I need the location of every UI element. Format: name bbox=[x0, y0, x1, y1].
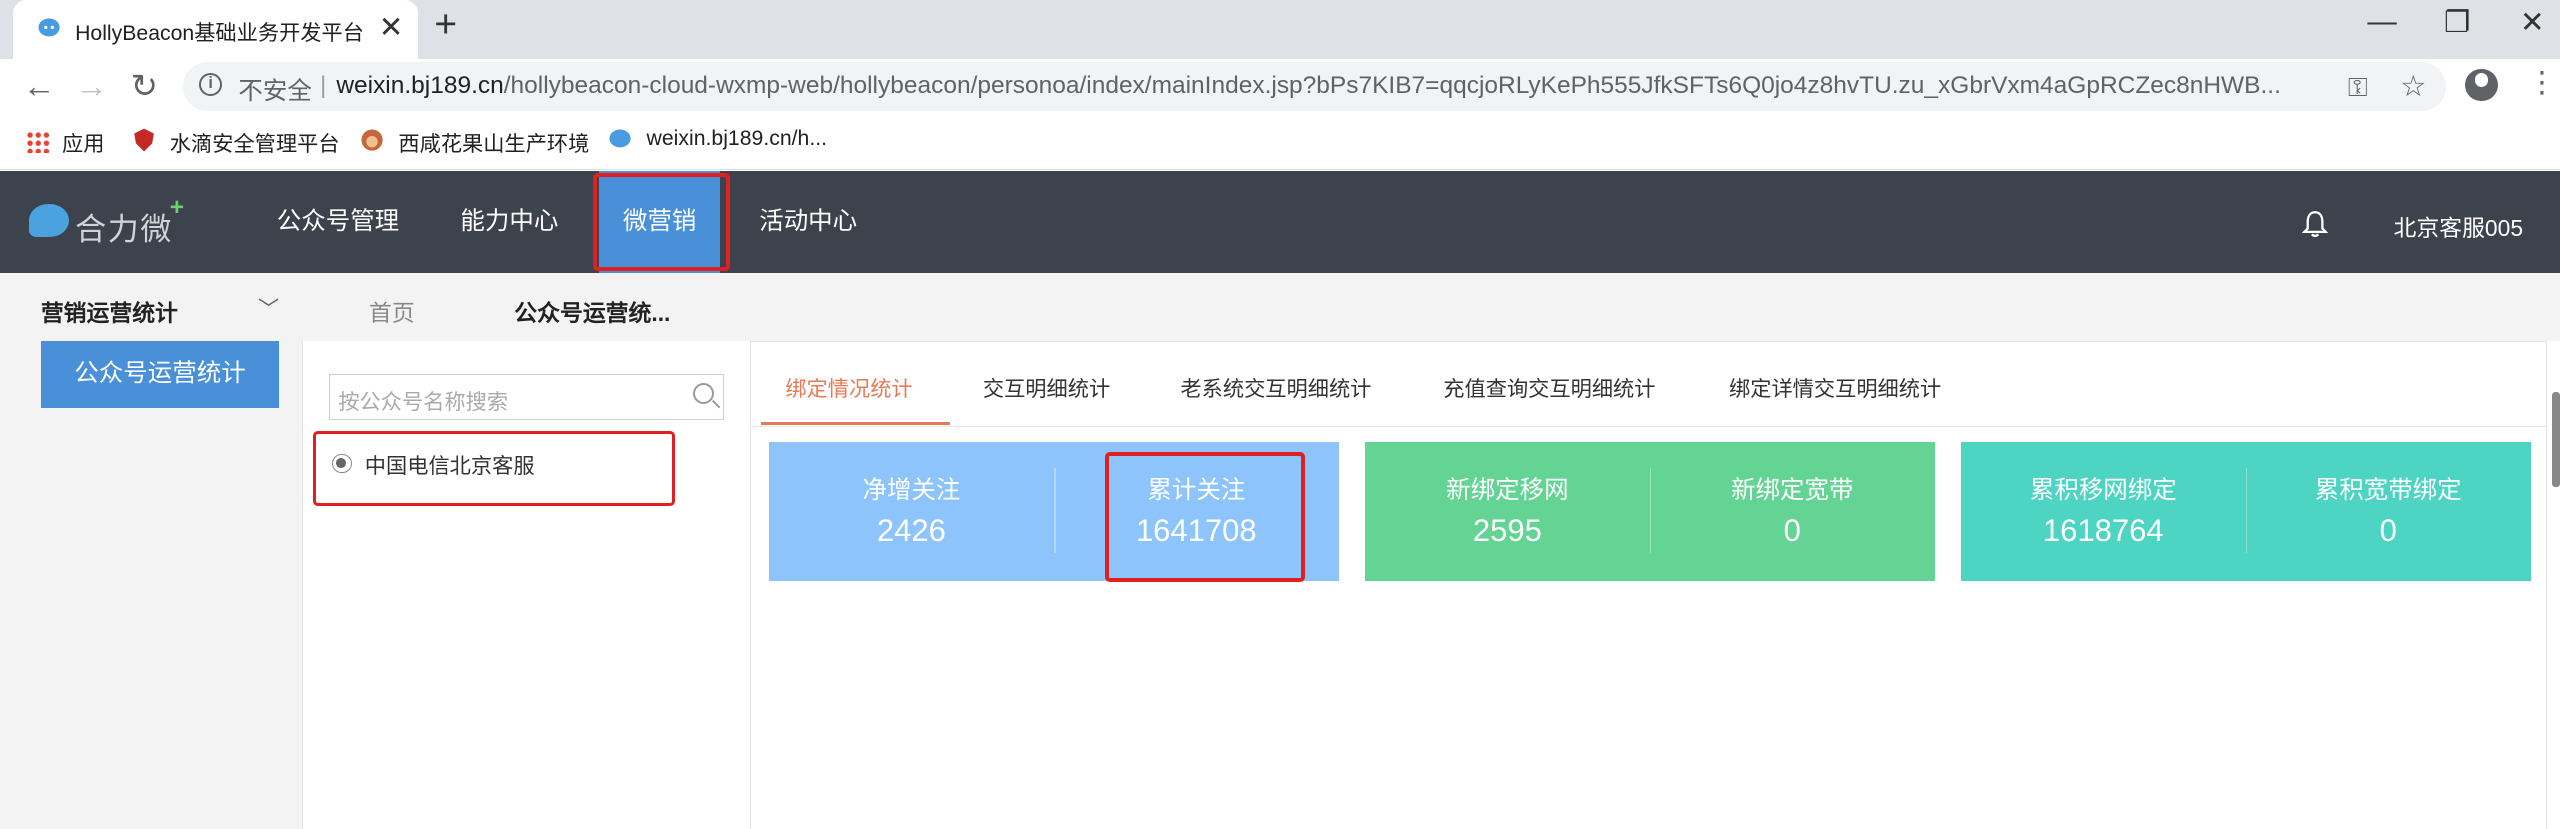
url-text[interactable]: weixin.bj189.cn/hollybeacon-cloud-wxmp-w… bbox=[336, 72, 2281, 100]
apps-grid-icon[interactable] bbox=[26, 130, 49, 154]
stat-cum-mobile: 累积移网绑定 1618764 bbox=[1961, 471, 2246, 549]
sidebar-title: 营销运营统计 bbox=[40, 299, 178, 326]
account-name: 中国电信北京客服 bbox=[364, 454, 535, 478]
user-name[interactable]: 北京客服005 bbox=[2394, 209, 2524, 243]
stat-label: 累积宽带绑定 bbox=[2314, 477, 2462, 505]
bell-icon[interactable] bbox=[2302, 209, 2329, 238]
stat-value: 1618764 bbox=[2042, 512, 2164, 548]
stat-card-new-binding: 新绑定移网 2595 新绑定宽带 0 bbox=[1364, 441, 1935, 581]
stats-tabs: 绑定情况统计 交互明细统计 老系统交互明细统计 充值查询交互明细统计 绑定详情交… bbox=[751, 342, 2547, 428]
stat-value: 0 bbox=[2379, 512, 2397, 548]
tab-recharge-query[interactable]: 充值查询交互明细统计 bbox=[1443, 372, 1655, 403]
logo-plus: + bbox=[169, 194, 185, 222]
nav-official-accounts[interactable]: 公众号管理 bbox=[261, 171, 414, 272]
forward-icon[interactable]: → bbox=[75, 67, 108, 105]
stat-new-broadband: 新绑定宽带 0 bbox=[1650, 471, 1935, 549]
sidebar: 营销运营统计 ﹀ 公众号运营统计 bbox=[0, 272, 303, 829]
url-host: weixin.bj189.cn bbox=[336, 71, 504, 99]
restore-icon[interactable]: ❐ bbox=[2433, 5, 2482, 40]
stat-cum-broadband: 累积宽带绑定 0 bbox=[2246, 471, 2531, 549]
search-placeholder: 按公众号名称搜索 bbox=[338, 390, 509, 414]
stat-value: 2595 bbox=[1472, 512, 1542, 548]
browser-toolbar: ← → ↻ i 不安全 | weixin.bj189.cn/hollybeaco… bbox=[0, 58, 2560, 115]
bookmark-star-icon[interactable]: ☆ bbox=[2400, 69, 2426, 104]
logo-text: 合力微 bbox=[75, 212, 174, 248]
tab-binding-stats[interactable]: 绑定情况统计 bbox=[785, 372, 912, 403]
browser-tab[interactable]: HollyBeacon基础业务开发平台 ✕ bbox=[13, 0, 418, 59]
active-tab-underline bbox=[760, 422, 951, 426]
breadcrumb: 首页 公众号运营统... bbox=[302, 272, 2560, 342]
bookmark-apps[interactable]: 应用 bbox=[62, 127, 104, 158]
key-icon[interactable]: ⚿ bbox=[2348, 72, 2368, 104]
browser-menu-icon[interactable]: ⋮ bbox=[2527, 65, 2556, 100]
main-content: 绑定情况统计 交互明细统计 老系统交互明细统计 充值查询交互明细统计 绑定详情交… bbox=[751, 341, 2547, 829]
tab-close-icon[interactable]: ✕ bbox=[379, 10, 404, 45]
stat-net-follow: 净增关注 2426 bbox=[769, 471, 1054, 549]
stat-new-mobile: 新绑定移网 2595 bbox=[1365, 471, 1650, 549]
bookmark-huaguoshan[interactable]: 西咸花果山生产环境 bbox=[398, 127, 589, 158]
stat-value: 2426 bbox=[876, 512, 946, 548]
tab-interaction-detail[interactable]: 交互明细统计 bbox=[983, 372, 1110, 403]
account-list-item[interactable]: 中国电信北京客服 bbox=[312, 431, 676, 507]
browser-tab-bar: HollyBeacon基础业务开发平台 ✕ + — ❐ ✕ bbox=[0, 0, 2560, 59]
stat-value: 0 bbox=[1783, 512, 1801, 548]
url-path: /hollybeacon-cloud-wxmp-web/hollybeacon/… bbox=[503, 71, 2281, 99]
nav-activity-center[interactable]: 活动中心 bbox=[743, 171, 874, 272]
back-icon[interactable]: ← bbox=[23, 67, 56, 105]
profile-icon[interactable] bbox=[2465, 68, 2499, 102]
minimize-icon[interactable]: — bbox=[2358, 5, 2407, 39]
stat-label: 新绑定宽带 bbox=[1731, 477, 1854, 505]
url-separator: | bbox=[320, 71, 327, 99]
tab-title: HollyBeacon基础业务开发平台 bbox=[75, 22, 364, 46]
nav-capability-center[interactable]: 能力中心 bbox=[441, 171, 578, 272]
radio-selected-icon[interactable] bbox=[332, 453, 352, 474]
breadcrumb-home[interactable]: 首页 bbox=[369, 294, 415, 328]
account-panel: 按公众号名称搜索 中国电信北京客服 bbox=[302, 341, 752, 829]
chevron-down-icon[interactable]: ﹀ bbox=[258, 292, 279, 323]
stat-label: 新绑定移网 bbox=[1446, 477, 1569, 505]
account-search-input[interactable]: 按公众号名称搜索 bbox=[329, 373, 725, 420]
new-tab-icon[interactable]: + bbox=[434, 3, 457, 47]
breadcrumb-current[interactable]: 公众号运营统... bbox=[514, 294, 670, 328]
scrollbar-thumb[interactable] bbox=[2551, 391, 2560, 487]
security-label: 不安全 bbox=[238, 77, 312, 105]
highlight-nav-marketing bbox=[592, 173, 730, 272]
reload-icon[interactable]: ↻ bbox=[131, 67, 158, 105]
address-bar[interactable]: i 不安全 | weixin.bj189.cn/hollybeacon-clou… bbox=[182, 62, 2446, 111]
app-header: 合力微 + 公众号管理 能力中心 微营销 活动中心 北京客服005 bbox=[0, 171, 2560, 273]
sidebar-item-account-stats[interactable]: 公众号运营统计 bbox=[40, 341, 280, 409]
bookmark-weixin[interactable]: weixin.bj189.cn/h... bbox=[647, 127, 827, 151]
bookmark-water-safety[interactable]: 水滴安全管理平台 bbox=[170, 127, 340, 158]
info-icon[interactable]: i bbox=[199, 73, 223, 97]
tab-favicon-icon bbox=[38, 18, 60, 37]
shield-icon bbox=[133, 128, 154, 152]
stat-label: 净增关注 bbox=[862, 477, 961, 505]
stat-label: 累积移网绑定 bbox=[2029, 477, 2177, 505]
logo-bubble-icon bbox=[29, 204, 69, 237]
tab-binding-detail[interactable]: 绑定详情交互明细统计 bbox=[1729, 372, 1941, 403]
window-close-icon[interactable]: ✕ bbox=[2508, 5, 2557, 40]
stat-card-cumulative: 累积移网绑定 1618764 累积宽带绑定 0 bbox=[1960, 441, 2531, 581]
highlight-total-follow bbox=[1105, 451, 1305, 583]
search-icon[interactable] bbox=[692, 383, 714, 405]
tab-legacy-interaction[interactable]: 老系统交互明细统计 bbox=[1180, 372, 1371, 403]
